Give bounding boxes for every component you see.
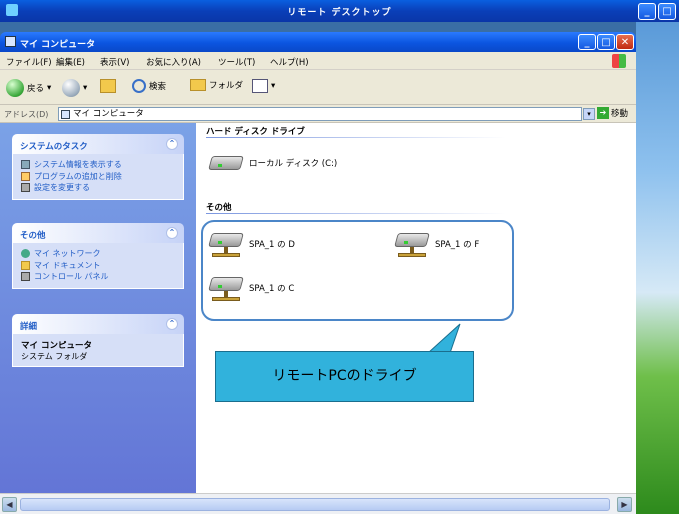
menu-view[interactable]: 表示(V) [100,56,129,68]
views-icon [252,79,268,93]
scroll-left-button[interactable]: ◀ [2,497,17,512]
address-label: アドレス(D) [4,110,49,119]
details-title: 詳細 [20,322,38,332]
menu-help[interactable]: ヘルプ(H) [270,56,309,68]
system-tasks-body: システム情報を表示する プログラムの追加と削除 設定を変更する [12,154,184,200]
maximize-button[interactable]: □ [597,34,615,50]
chevron-down-icon: ▾ [83,83,88,93]
back-arrow-icon [6,79,24,97]
collapse-chevron-icon[interactable]: ⌃ [166,318,178,330]
control-panel-icon [21,272,30,282]
system-tasks-panel: システムのタスク ⌃ システム情報を表示する プログラムの追加と削除 設定を変更… [12,134,184,200]
folder-up-icon [100,79,116,93]
remote-desktop-title: リモート デスクトップ [287,8,392,18]
hard-drive-icon [208,152,244,174]
callout-pointer [426,323,461,354]
views-button[interactable]: ▾ [252,79,275,93]
back-button[interactable]: 戻る ▾ [6,79,51,97]
task-add-remove-programs[interactable]: プログラムの追加と削除 [21,171,175,183]
other-places-header[interactable]: その他 ⌃ [12,223,184,243]
scroll-thumb[interactable] [20,498,610,511]
task-pane: システムのタスク ⌃ システム情報を表示する プログラムの追加と削除 設定を変更… [0,123,196,493]
link-my-network[interactable]: マイ ネットワーク [21,248,175,260]
link-label: マイ ドキュメント [34,260,101,270]
search-button[interactable]: 検索 [132,79,166,93]
task-label: システム情報を表示する [34,160,122,170]
network-icon [21,249,30,259]
address-bar: アドレス(D) マイ コンピュータ ▾ ➔ 移動 [0,105,636,123]
folders-label: フォルダ [209,81,244,91]
section-hard-disk-drives: ハード ディスク ドライブ [206,127,305,137]
section-other: その他 [206,203,232,213]
forward-button[interactable]: ▾ [62,79,87,97]
go-button[interactable]: ➔ 移動 [597,107,628,119]
menu-bar: ファイル(F) 編集(E) 表示(V) お気に入り(A) ツール(T) ヘルプ(… [0,52,636,70]
menu-tools[interactable]: ツール(T) [218,56,255,68]
settings-icon [21,183,30,193]
back-label: 戻る [27,84,45,94]
task-view-system-info[interactable]: システム情報を表示する [21,159,175,171]
folder-icon [190,79,206,91]
up-folder-button[interactable] [100,79,116,93]
go-arrow-icon: ➔ [597,107,609,119]
details-body: マイ コンピュータ システム フォルダ [12,334,184,367]
scroll-right-button[interactable]: ▶ [617,497,632,512]
collapse-chevron-icon[interactable]: ⌃ [166,227,178,239]
system-tasks-title: システムのタスク [20,142,88,152]
forward-arrow-icon [62,79,80,97]
details-desc: システム フォルダ [21,352,88,361]
task-label: 設定を変更する [34,183,90,193]
go-label: 移動 [611,109,629,119]
search-icon [132,79,146,93]
system-info-icon [21,160,30,170]
toolbar: 戻る ▾ ▾ 検索 フォルダ ▾ [0,70,636,105]
window-titlebar: マイ コンピュータ _ □ ✕ [0,32,636,52]
horizontal-scrollbar[interactable]: ◀ ▶ [0,493,636,514]
link-my-documents[interactable]: マイ ドキュメント [21,260,175,272]
search-label: 検索 [149,82,167,92]
task-change-settings[interactable]: 設定を変更する [21,182,175,194]
link-control-panel[interactable]: コントロール パネル [21,271,175,283]
menu-favorites[interactable]: お気に入り(A) [146,56,201,68]
other-places-body: マイ ネットワーク マイ ドキュメント コントロール パネル [12,243,184,289]
windows-logo-icon [612,54,626,68]
computer-icon [5,36,16,47]
details-name: マイ コンピュータ [21,341,92,351]
computer-icon [61,110,70,119]
programs-icon [21,171,30,181]
address-dropdown-button[interactable]: ▾ [583,108,595,120]
other-places-panel: その他 ⌃ マイ ネットワーク マイ ドキュメント コントロール パネル [12,223,184,289]
link-label: コントロール パネル [34,272,109,282]
address-input[interactable]: マイ コンピュータ [58,107,582,121]
section-divider [206,213,506,214]
menu-file[interactable]: ファイル(F) [6,56,52,68]
other-places-title: その他 [20,231,46,241]
remote-desktop-titlebar: リモート デスクトップ _ □ [0,0,679,22]
system-tasks-header[interactable]: システムのタスク ⌃ [12,134,184,154]
section-divider [206,137,506,138]
link-label: マイ ネットワーク [34,249,101,259]
task-label: プログラムの追加と削除 [34,171,122,181]
remote-drives-highlight [201,220,514,321]
chevron-down-icon: ▾ [47,83,52,93]
callout-box: リモートPCのドライブ [215,351,474,402]
menu-edit[interactable]: 編集(E) [56,56,85,68]
minimize-button[interactable]: _ [578,34,596,50]
outer-maximize-button[interactable]: □ [658,3,676,20]
desktop-background [636,22,679,514]
documents-folder-icon [21,260,30,270]
window-title: マイ コンピュータ [20,40,96,50]
details-header[interactable]: 詳細 ⌃ [12,314,184,334]
collapse-chevron-icon[interactable]: ⌃ [166,138,178,150]
details-panel: 詳細 ⌃ マイ コンピュータ システム フォルダ [12,314,184,367]
close-button[interactable]: ✕ [616,34,634,50]
chevron-down-icon: ▾ [271,81,276,91]
outer-minimize-button[interactable]: _ [638,3,656,20]
folders-button[interactable]: フォルダ [190,79,243,91]
address-value: マイ コンピュータ [73,109,144,119]
drive-label: ローカル ディスク (C:) [249,159,338,169]
drive-local-c[interactable]: ローカル ディスク (C:) [208,152,338,174]
